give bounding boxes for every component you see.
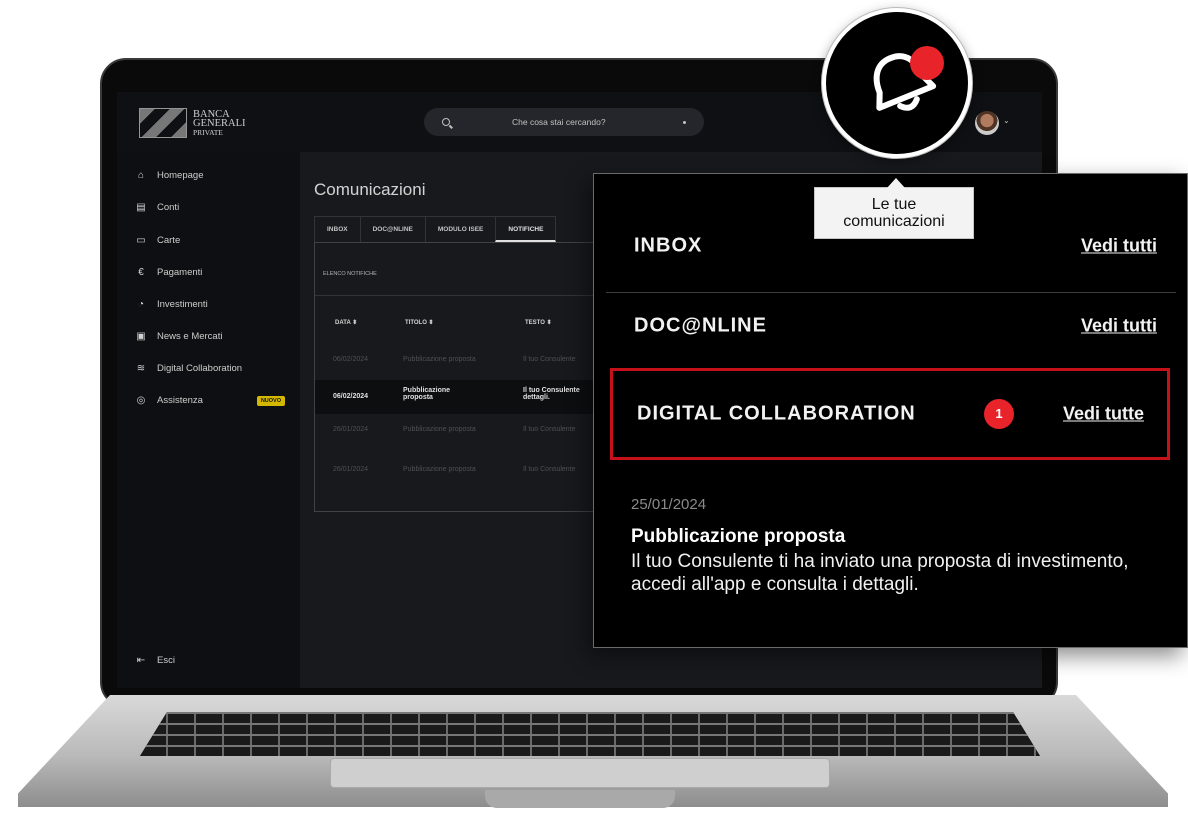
sidebar-item-news[interactable]: ▣ News e Mercati: [135, 331, 285, 342]
see-all-digital-collaboration-link[interactable]: Vedi tutte: [1063, 404, 1144, 425]
table-row[interactable]: 26/01/2024 Pubblicazione proposta Il tuo…: [315, 416, 613, 450]
table-row[interactable]: 26/01/2024 Pubblicazione proposta Il tuo…: [315, 456, 613, 490]
section-doconline: DOC@NLINE Vedi tutti: [634, 314, 1157, 337]
list-label: ELENCO NOTIFICHE: [323, 271, 377, 277]
logout-button[interactable]: ⇤ Esci: [135, 655, 285, 666]
notifications-dropdown: INBOX Vedi tutti DOC@NLINE Vedi tutti DI…: [593, 173, 1188, 648]
tab-modulo-isee[interactable]: MODULO ISEE: [424, 216, 497, 242]
laptop-trackpad: [330, 758, 830, 788]
handshake-icon: ≋: [136, 363, 146, 374]
search-icon: [442, 118, 450, 126]
sidebar-item-assistenza[interactable]: ◎ Assistenza NUOVO: [135, 395, 285, 406]
notification-dot: [910, 46, 944, 80]
search-dot: [683, 120, 686, 124]
chevron-down-icon[interactable]: ⌄: [1003, 116, 1010, 125]
sidebar-item-conti[interactable]: ▤ Conti: [135, 202, 285, 213]
laptop-keyboard: [140, 712, 1040, 756]
logout-icon: ⇤: [136, 655, 146, 666]
search-bar[interactable]: Che cosa stai cercando?: [424, 108, 704, 136]
table-row[interactable]: 06/02/2024 Pubblicazione proposta Il tuo…: [315, 346, 613, 380]
tab-inbox[interactable]: INBOX: [314, 216, 361, 242]
home-icon: ⌂: [137, 170, 145, 181]
tab-notifiche[interactable]: NOTIFICHE: [495, 216, 557, 242]
sidebar-item-investimenti[interactable]: ◔ Investimenti: [135, 299, 285, 310]
card-icon: ▭: [136, 235, 146, 246]
notifications-table: ELENCO NOTIFICHE DATA ⬍ TITOLO ⬍ TESTO ⬍…: [314, 242, 614, 512]
lifebuoy-icon: ◎: [136, 395, 146, 406]
notification-body: Il tuo Consulente ti ha inviato una prop…: [631, 551, 1129, 595]
avatar[interactable]: [975, 111, 999, 135]
sidebar-item-homepage[interactable]: ⌂ Homepage: [135, 170, 285, 181]
banca-generali-logo[interactable]: BANCA GENERALI PRIVATE: [139, 108, 246, 138]
tab-bar: INBOX DOC@NLINE MODULO ISEE NOTIFICHE: [314, 216, 557, 242]
pie-chart-icon: ◔: [137, 299, 145, 310]
see-all-doconline-link[interactable]: Vedi tutti: [1081, 316, 1157, 337]
column-header-titolo[interactable]: TITOLO ⬍: [405, 319, 434, 326]
new-badge: NUOVO: [256, 395, 285, 406]
notification-date: 25/01/2024: [631, 496, 707, 513]
laptop-notch: [485, 790, 675, 808]
logo-text: BANCA GENERALI PRIVATE: [193, 108, 246, 137]
see-all-inbox-link[interactable]: Vedi tutti: [1081, 236, 1157, 257]
notification-subject[interactable]: Pubblicazione proposta: [631, 526, 845, 548]
search-input[interactable]: Che cosa stai cercando?: [512, 117, 606, 127]
tooltip: Le tue comunicazioni: [814, 178, 974, 239]
column-header-data[interactable]: DATA ⬍: [335, 319, 357, 326]
table-row[interactable]: 06/02/2024 Pubblicazione proposta Il tuo…: [315, 380, 613, 414]
sidebar-item-carte[interactable]: ▭ Carte: [135, 235, 285, 246]
lion-logo-icon: [139, 108, 187, 138]
column-header-testo[interactable]: TESTO ⬍: [525, 319, 552, 326]
sidebar-item-pagamenti[interactable]: € Pagamenti: [135, 267, 285, 278]
sidebar: ⌂ Homepage ▤ Conti ▭ Carte € Pagamenti ◔…: [117, 152, 300, 688]
database-icon: ▤: [136, 202, 146, 213]
unread-count-badge: 1: [984, 399, 1014, 429]
euro-icon: €: [138, 267, 144, 278]
divider: [315, 295, 613, 296]
notifications-bell-button[interactable]: [822, 8, 972, 158]
section-digital-collaboration: DIGITAL COLLABORATION 1 Vedi tutte: [610, 368, 1170, 460]
sidebar-item-digital-collaboration[interactable]: ≋ Digital Collaboration: [135, 363, 285, 374]
news-icon: ▣: [136, 331, 146, 342]
page-title: Comunicazioni: [314, 180, 426, 199]
tab-doconline[interactable]: DOC@NLINE: [359, 216, 426, 242]
